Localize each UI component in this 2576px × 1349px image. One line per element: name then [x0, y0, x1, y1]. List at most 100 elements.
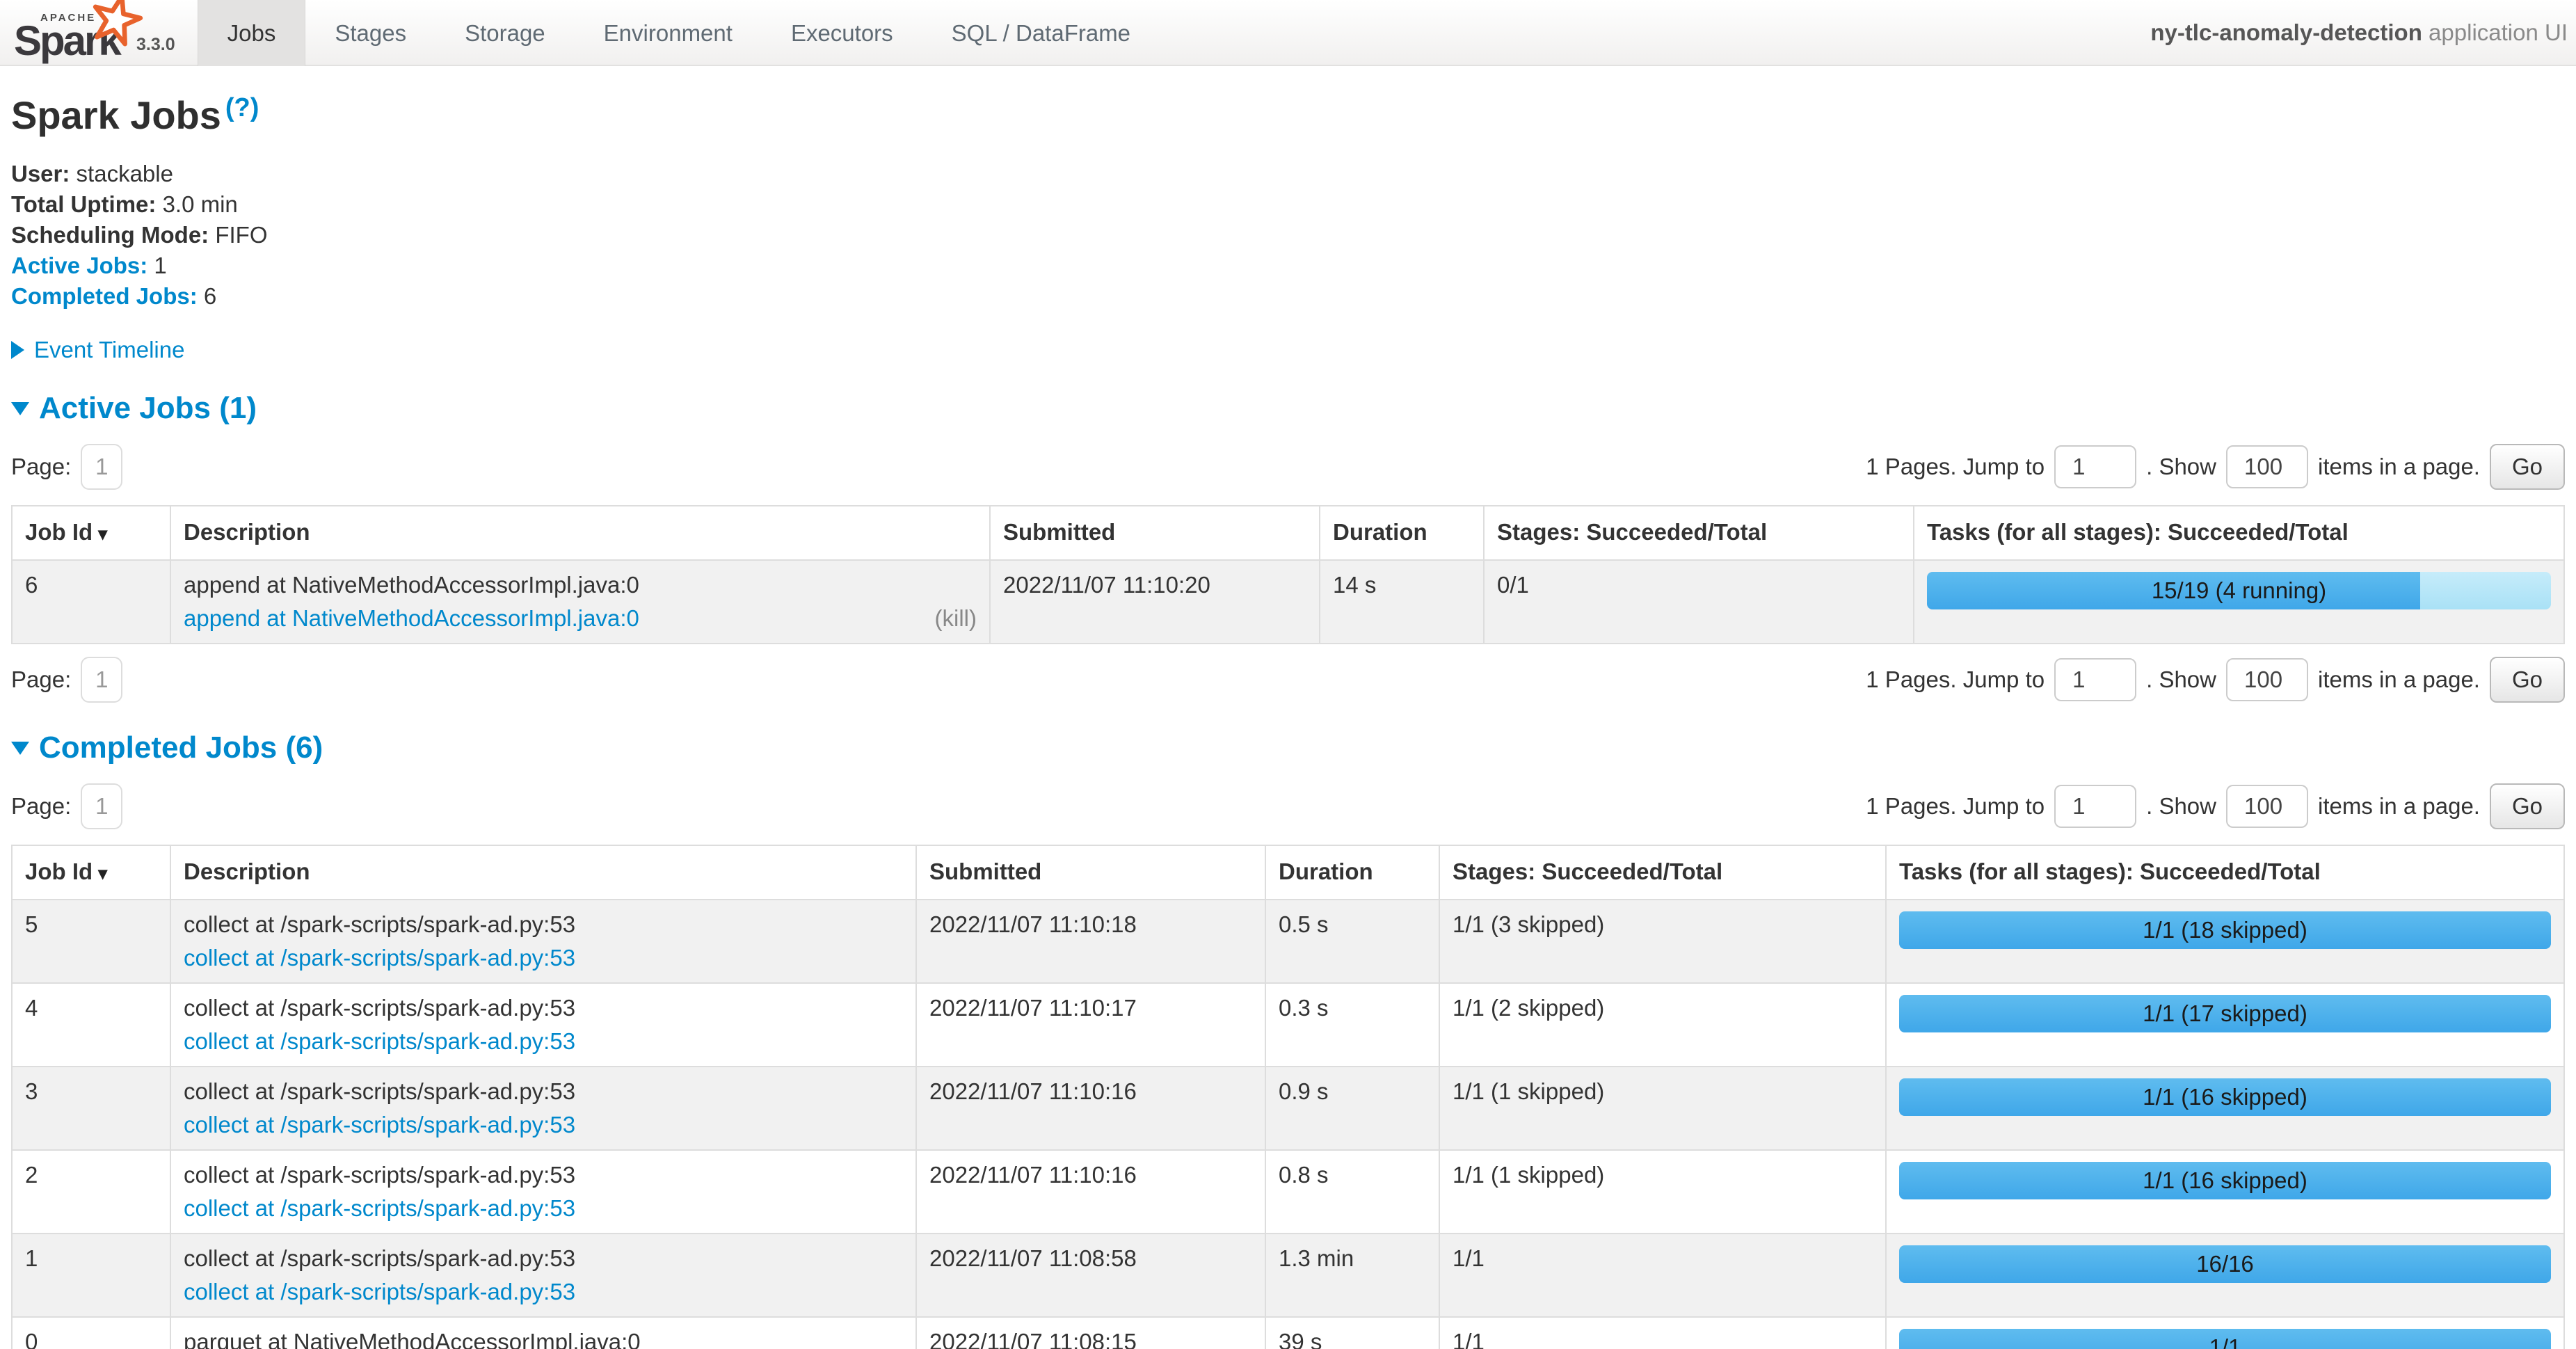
completed-jobs-link[interactable]: Completed Jobs:	[11, 283, 198, 309]
job-row: 5 collect at /spark-scripts/spark-ad.py:…	[12, 900, 2564, 983]
completed-jobs-table: Job Id▾ Description Submitted Duration S…	[11, 845, 2565, 1349]
items-per-page-input[interactable]	[2226, 445, 2308, 488]
col-tasks[interactable]: Tasks (for all stages): Succeeded/Total	[1886, 845, 2564, 900]
job-duration-cell: 0.8 s	[1265, 1150, 1439, 1234]
table-header-row: Job Id▾ Description Submitted Duration S…	[12, 845, 2564, 900]
job-stages-cell: 1/1 (3 skipped)	[1439, 900, 1886, 983]
job-stages-cell: 1/1 (2 skipped)	[1439, 983, 1886, 1067]
application-name: ny-tlc-anomaly-detection	[2150, 19, 2422, 45]
job-row: 1 collect at /spark-scripts/spark-ad.py:…	[12, 1234, 2564, 1317]
items-per-page-input[interactable]	[2226, 785, 2308, 828]
tab-stages[interactable]: Stages	[305, 0, 435, 66]
task-progress-label: 1/1	[1899, 1329, 2551, 1349]
completed-jobs-pagination-top: Page: 1 1 Pages. Jump to . Show items in…	[11, 783, 2565, 829]
job-detail-link[interactable]: collect at /spark-scripts/spark-ad.py:53	[184, 943, 575, 973]
col-tasks[interactable]: Tasks (for all stages): Succeeded/Total	[1914, 506, 2564, 560]
job-duration-cell: 39 s	[1265, 1317, 1439, 1349]
job-submitted-cell: 2022/11/07 11:10:17	[916, 983, 1265, 1067]
job-submitted-cell: 2022/11/07 11:10:18	[916, 900, 1265, 983]
job-description-cell: collect at /spark-scripts/spark-ad.py:53…	[170, 1150, 916, 1234]
jump-to-page-input[interactable]	[2054, 445, 2136, 488]
job-id-cell: 1	[12, 1234, 170, 1317]
job-duration-cell: 0.3 s	[1265, 983, 1439, 1067]
job-detail-link[interactable]: collect at /spark-scripts/spark-ad.py:53	[184, 1194, 575, 1223]
job-tasks-cell: 15/19 (4 running)	[1914, 560, 2564, 644]
col-stages[interactable]: Stages: Succeeded/Total	[1484, 506, 1914, 560]
summary-scheduling-mode: Scheduling Mode: FIFO	[11, 220, 2565, 250]
job-description-text: collect at /spark-scripts/spark-ad.py:53	[184, 993, 903, 1023]
summary-user: User: stackable	[11, 159, 2565, 189]
tab-sql-dataframe[interactable]: SQL / DataFrame	[922, 0, 1160, 66]
active-jobs-section-header[interactable]: Active Jobs (1)	[11, 391, 2565, 426]
summary-uptime: Total Uptime: 3.0 min	[11, 189, 2565, 220]
job-detail-link[interactable]: collect at /spark-scripts/spark-ad.py:53	[184, 1027, 575, 1056]
job-stages-cell: 1/1 (1 skipped)	[1439, 1067, 1886, 1150]
col-submitted[interactable]: Submitted	[990, 506, 1320, 560]
job-tasks-cell: 1/1 (17 skipped)	[1886, 983, 2564, 1067]
page-title: Spark Jobs(?)	[11, 93, 2565, 138]
summary-active-jobs: Active Jobs: 1	[11, 250, 2565, 281]
tab-jobs[interactable]: Jobs	[198, 0, 306, 66]
job-detail-link[interactable]: append at NativeMethodAccessorImpl.java:…	[184, 604, 639, 633]
sort-desc-icon: ▾	[98, 523, 107, 544]
col-submitted[interactable]: Submitted	[916, 845, 1265, 900]
job-submitted-cell: 2022/11/07 11:08:15	[916, 1317, 1265, 1349]
job-id-cell: 4	[12, 983, 170, 1067]
job-description-text: collect at /spark-scripts/spark-ad.py:53	[184, 910, 903, 939]
expanded-arrow-icon	[11, 402, 29, 415]
go-button[interactable]: Go	[2490, 444, 2565, 490]
job-stages-cell: 1/1	[1439, 1317, 1886, 1349]
job-id-cell: 0	[12, 1317, 170, 1349]
job-tasks-cell: 1/1 (16 skipped)	[1886, 1067, 2564, 1150]
job-stages-cell: 1/1	[1439, 1234, 1886, 1317]
help-link[interactable]: (?)	[225, 93, 259, 122]
job-submitted-cell: 2022/11/07 11:10:16	[916, 1067, 1265, 1150]
nav-tabs: Jobs Stages Storage Environment Executor…	[198, 0, 1160, 65]
col-stages[interactable]: Stages: Succeeded/Total	[1439, 845, 1886, 900]
job-detail-link[interactable]: collect at /spark-scripts/spark-ad.py:53	[184, 1110, 575, 1140]
job-summary: User: stackable Total Uptime: 3.0 min Sc…	[11, 159, 2565, 312]
jump-to-page-input[interactable]	[2054, 785, 2136, 828]
task-progress-bar: 1/1 (16 skipped)	[1899, 1078, 2551, 1116]
spark-wordmark: APACHE Spark	[14, 2, 131, 61]
tab-executors[interactable]: Executors	[762, 0, 922, 66]
tab-environment[interactable]: Environment	[575, 0, 762, 66]
task-progress-bar: 1/1 (17 skipped)	[1899, 995, 2551, 1032]
active-jobs-link[interactable]: Active Jobs:	[11, 253, 147, 278]
col-job-id[interactable]: Job Id▾	[12, 845, 170, 900]
go-button[interactable]: Go	[2490, 657, 2565, 703]
job-stages-cell: 1/1 (1 skipped)	[1439, 1150, 1886, 1234]
task-progress-bar: 1/1 (18 skipped)	[1899, 911, 2551, 949]
page-indicator: Page: 1	[11, 444, 122, 490]
col-duration[interactable]: Duration	[1265, 845, 1439, 900]
col-description[interactable]: Description	[170, 845, 916, 900]
job-description-text: collect at /spark-scripts/spark-ad.py:53	[184, 1244, 903, 1273]
collapsed-arrow-icon	[11, 341, 24, 359]
col-description[interactable]: Description	[170, 506, 990, 560]
job-stages-cell: 0/1	[1484, 560, 1914, 644]
event-timeline-toggle[interactable]: Event Timeline	[11, 337, 2565, 363]
job-description-text: collect at /spark-scripts/spark-ad.py:53	[184, 1077, 903, 1106]
current-page-box: 1	[81, 444, 122, 490]
go-button[interactable]: Go	[2490, 783, 2565, 829]
col-job-id[interactable]: Job Id▾	[12, 506, 170, 560]
tab-storage[interactable]: Storage	[435, 0, 575, 66]
job-row: 6 append at NativeMethodAccessorImpl.jav…	[12, 560, 2564, 644]
task-progress-bar: 1/1 (16 skipped)	[1899, 1162, 2551, 1199]
items-per-page-input[interactable]	[2226, 658, 2308, 701]
job-row: 2 collect at /spark-scripts/spark-ad.py:…	[12, 1150, 2564, 1234]
job-row: 3 collect at /spark-scripts/spark-ad.py:…	[12, 1067, 2564, 1150]
spark-logo[interactable]: APACHE Spark 3.3.0	[0, 0, 185, 65]
page-indicator: Page: 1	[11, 783, 122, 829]
top-navbar: APACHE Spark 3.3.0 Jobs Stages Storage E…	[0, 0, 2576, 66]
job-detail-link[interactable]: collect at /spark-scripts/spark-ad.py:53	[184, 1277, 575, 1307]
page-controls: 1 Pages. Jump to . Show items in a page.…	[1866, 444, 2565, 490]
job-duration-cell: 0.5 s	[1265, 900, 1439, 983]
sort-desc-icon: ▾	[98, 863, 107, 884]
job-duration-cell: 1.3 min	[1265, 1234, 1439, 1317]
completed-jobs-section-header[interactable]: Completed Jobs (6)	[11, 731, 2565, 765]
col-duration[interactable]: Duration	[1320, 506, 1484, 560]
jump-to-page-input[interactable]	[2054, 658, 2136, 701]
kill-job-link[interactable]: (kill)	[935, 604, 977, 633]
task-progress-bar: 16/16	[1899, 1245, 2551, 1283]
